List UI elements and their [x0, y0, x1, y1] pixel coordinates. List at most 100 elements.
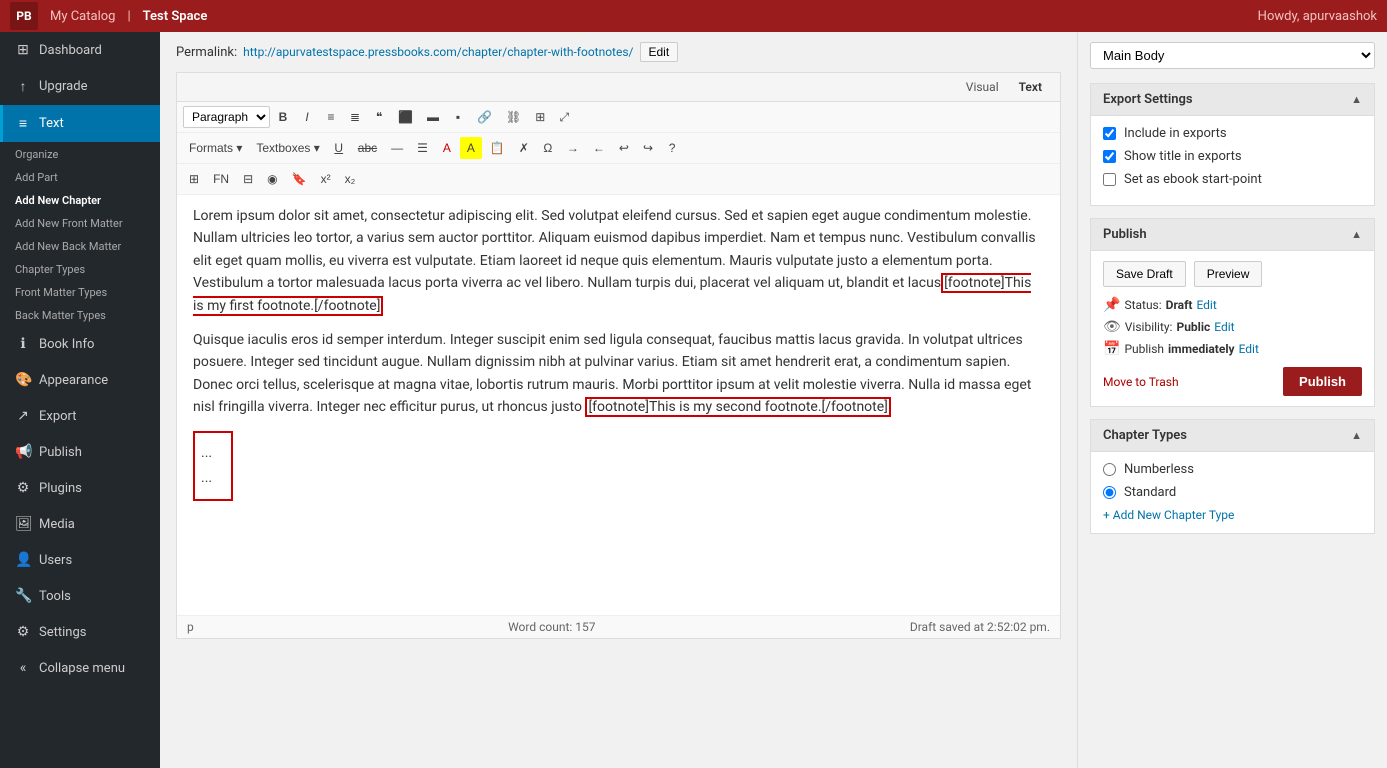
- sidebar-item-export[interactable]: ↗ Export: [0, 398, 160, 434]
- table2-button[interactable]: ⊞: [183, 168, 205, 190]
- outdent-button[interactable]: ←: [587, 137, 611, 159]
- footnote-2: [footnote]This is my second footnote.[/f…: [585, 397, 890, 417]
- table-button[interactable]: ⊞: [529, 106, 551, 128]
- publish-btn-row: Save Draft Preview: [1103, 261, 1362, 287]
- blockquote-button[interactable]: ❝: [368, 106, 390, 128]
- export-icon: ↗: [15, 408, 31, 424]
- sidebar-label-export: Export: [39, 409, 77, 424]
- redo-button[interactable]: ↪: [637, 137, 659, 159]
- chapter-types-title: Chapter Types: [1103, 428, 1187, 443]
- unordered-list-button[interactable]: ≡: [320, 106, 342, 128]
- align-left-button[interactable]: ⬛: [392, 106, 419, 128]
- indent-button[interactable]: →: [561, 137, 585, 159]
- include-exports-checkbox[interactable]: [1103, 127, 1116, 140]
- text-color-button[interactable]: A: [436, 137, 458, 159]
- text-highlight-button[interactable]: A: [460, 137, 482, 159]
- sidebar-item-dashboard[interactable]: ⊞ Dashboard: [0, 32, 160, 68]
- sidebar-item-book-info[interactable]: ℹ Book Info: [0, 326, 160, 362]
- special-char-button[interactable]: Ω: [537, 137, 559, 159]
- sidebar-item-users[interactable]: 👤 Users: [0, 542, 160, 578]
- publish-body: Save Draft Preview 📌 Status: Draft Edit …: [1091, 251, 1374, 406]
- sidebar-item-add-part[interactable]: Add Part: [0, 165, 160, 188]
- textboxes-button[interactable]: Textboxes ▾: [250, 137, 325, 159]
- sidebar-item-plugins[interactable]: ⚙ Plugins: [0, 470, 160, 506]
- numberless-radio[interactable]: [1103, 463, 1116, 476]
- sidebar-item-add-new-chapter[interactable]: Add New Chapter: [0, 188, 160, 211]
- permalink-url[interactable]: http://apurvatestspace.pressbooks.com/ch…: [243, 45, 633, 59]
- sidebar-label-tools: Tools: [39, 589, 71, 604]
- main-body-select[interactable]: Main Body: [1090, 42, 1375, 69]
- ordered-list-button[interactable]: ≣: [344, 106, 366, 128]
- expand-button[interactable]: ⤢: [553, 106, 575, 128]
- superscript-button[interactable]: x²: [315, 168, 337, 190]
- sidebar-item-text[interactable]: ≡ Text: [0, 105, 160, 142]
- sidebar-item-appearance[interactable]: 🎨 Appearance: [0, 362, 160, 398]
- sidebar-label-dashboard: Dashboard: [39, 43, 102, 58]
- standard-radio[interactable]: [1103, 486, 1116, 499]
- howdy-text: Howdy, apurvaashok: [1258, 9, 1377, 24]
- paste-button[interactable]: 📋: [484, 137, 511, 159]
- align-right-button[interactable]: ▪: [447, 106, 469, 128]
- align-center-button[interactable]: ▬: [421, 106, 445, 128]
- sidebar-item-media[interactable]: 🖼 Media: [0, 506, 160, 542]
- standard-row: Standard: [1103, 485, 1362, 500]
- unlink-button[interactable]: ⛓: [500, 106, 527, 128]
- move-to-trash-link[interactable]: Move to Trash: [1103, 375, 1179, 389]
- visibility-edit-link[interactable]: Edit: [1214, 320, 1234, 334]
- paragraph-select[interactable]: Paragraph: [183, 106, 270, 128]
- sidebar-item-chapter-types[interactable]: Chapter Types: [0, 257, 160, 280]
- set-ebook-label: Set as ebook start-point: [1124, 172, 1262, 187]
- right-sidebar: Main Body Export Settings ▲ Include in e…: [1077, 32, 1387, 768]
- preview-button[interactable]: Preview: [1194, 261, 1263, 287]
- sidebar-item-publish[interactable]: 📢 Publish: [0, 434, 160, 470]
- status-icon: 📌: [1103, 297, 1120, 313]
- sidebar-item-add-front-matter[interactable]: Add New Front Matter: [0, 211, 160, 234]
- formats-button[interactable]: Formats ▾: [183, 137, 248, 159]
- help-button[interactable]: ?: [661, 137, 683, 159]
- tab-visual[interactable]: Visual: [956, 77, 1009, 97]
- sidebar-item-upgrade[interactable]: ↑ Upgrade: [0, 68, 160, 105]
- status-row: 📌 Status: Draft Edit: [1103, 297, 1362, 313]
- status-edit-link[interactable]: Edit: [1196, 298, 1216, 312]
- sidebar-item-front-matter-types[interactable]: Front Matter Types: [0, 280, 160, 303]
- horizontal-rule-button[interactable]: —: [385, 137, 409, 159]
- editor-body[interactable]: Lorem ipsum dolor sit amet, consectetur …: [177, 195, 1060, 615]
- italic-button[interactable]: I: [296, 106, 318, 128]
- set-ebook-checkbox[interactable]: [1103, 173, 1116, 186]
- undo-button[interactable]: ↩: [613, 137, 635, 159]
- publish-button[interactable]: Publish: [1283, 367, 1362, 396]
- bookmark-button[interactable]: 🔖: [286, 168, 313, 190]
- show-title-checkbox[interactable]: [1103, 150, 1116, 163]
- sidebar-item-add-back-matter[interactable]: Add New Back Matter: [0, 234, 160, 257]
- export-settings-collapse[interactable]: ▲: [1351, 93, 1362, 106]
- sidebar-item-collapse[interactable]: « Collapse menu: [0, 650, 160, 686]
- catalog-nav[interactable]: My Catalog: [50, 9, 115, 24]
- visibility-row: 👁 Visibility: Public Edit: [1103, 319, 1362, 335]
- publish-collapse[interactable]: ▲: [1351, 228, 1362, 241]
- tab-text[interactable]: Text: [1009, 77, 1052, 97]
- export-settings-title: Export Settings: [1103, 92, 1193, 107]
- sidebar-item-settings[interactable]: ⚙ Settings: [0, 614, 160, 650]
- sidebar-item-organize[interactable]: Organize: [0, 142, 160, 165]
- permalink-bar: Permalink: http://apurvatestspace.pressb…: [176, 42, 1061, 62]
- underline-button[interactable]: U: [328, 137, 350, 159]
- sidebar-item-back-matter-types[interactable]: Back Matter Types: [0, 303, 160, 326]
- publish-time-edit-link[interactable]: Edit: [1239, 342, 1259, 356]
- toolbar-row-2: Formats ▾ Textboxes ▾ U abc — ☰ A A 📋 ✗ …: [177, 133, 1060, 164]
- fn-button[interactable]: FN: [207, 168, 235, 190]
- bold-button[interactable]: B: [272, 106, 294, 128]
- grid-button[interactable]: ⊟: [237, 168, 259, 190]
- sidebar-item-tools[interactable]: 🔧 Tools: [0, 578, 160, 614]
- chapter-types-collapse[interactable]: ▲: [1351, 429, 1362, 442]
- clear-format-button[interactable]: ✗: [513, 137, 535, 159]
- link-button[interactable]: 🔗: [471, 106, 498, 128]
- word-count-value: 157: [575, 620, 595, 634]
- circle-button[interactable]: ◉: [261, 168, 283, 190]
- strikethrough-button[interactable]: abc: [352, 137, 383, 159]
- save-draft-button[interactable]: Save Draft: [1103, 261, 1186, 287]
- add-chapter-type-link[interactable]: + Add New Chapter Type: [1103, 508, 1234, 522]
- permalink-edit-button[interactable]: Edit: [640, 42, 679, 62]
- testspace-nav[interactable]: Test Space: [143, 9, 208, 24]
- subscript-button[interactable]: x₂: [339, 168, 362, 190]
- align-justify-button[interactable]: ☰: [411, 137, 434, 159]
